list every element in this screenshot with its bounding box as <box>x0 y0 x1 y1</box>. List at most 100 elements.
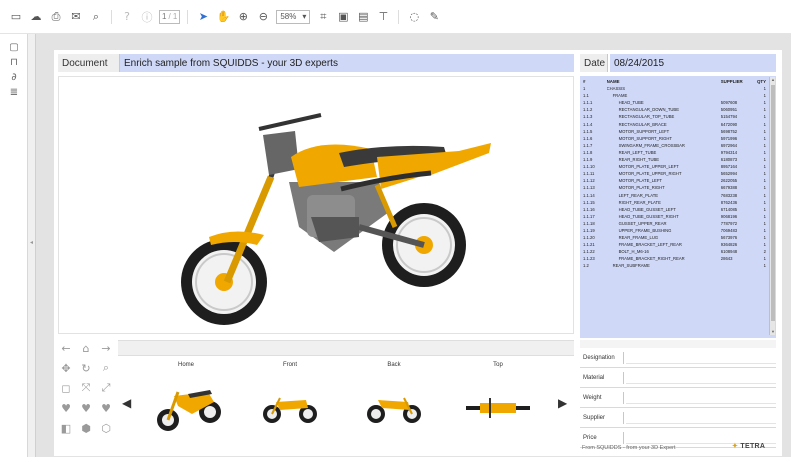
bom-cell-name: RIGHT_REAR_PLATE <box>618 199 661 205</box>
thumbnail-back[interactable]: Back <box>346 362 442 446</box>
table-row[interactable]: 1.1.20 REAR_FRAME_LUG 5673976 1 <box>583 234 766 241</box>
table-row[interactable]: 1.1.23 FRAME_BRACKET_RIGHT_REAR 28643 1 <box>583 255 766 262</box>
table-row[interactable]: 1.1.9 REAR_RIGHT_TUBE 6180873 1 <box>583 156 766 163</box>
table-row[interactable]: 1.1.1 HEAD_TUBE 5097608 1 <box>583 99 766 106</box>
table-row[interactable]: 1.1.5 MOTOR_SUPPORT_LEFT 5698752 1 <box>583 128 766 135</box>
zoom-select[interactable]: 58% ▾ <box>276 9 311 24</box>
bom-cell-number: 1.1 <box>583 93 589 99</box>
view-iso-1-icon[interactable]: ♥ <box>58 400 74 416</box>
bom-cell-name: BOLT_H_M6-16 <box>618 249 649 255</box>
table-row[interactable]: 1.1.17 HEAD_TUBE_GUSSET_RIGHT 9068196 1 <box>583 213 766 220</box>
bom-cell-qty: 1 <box>763 220 767 226</box>
thumbnail-prev-icon[interactable]: ◀ <box>122 396 131 410</box>
fit-view-icon[interactable]: ◻ <box>58 380 74 396</box>
zoom-out-icon[interactable]: ⊖ <box>253 7 273 27</box>
arrow-right-icon[interactable]: → <box>98 340 114 356</box>
bom-rows: 1 CHASSIS 1 1.1 FRAME 1 1.1.1 HEAD_TUBE 5097608 1… <box>583 85 766 269</box>
table-row[interactable]: 1.1.18 GUSSET_UPPER_REAR 7787972 1 <box>583 220 766 227</box>
bom-scrollbar[interactable]: ▲ ▼ <box>769 77 775 335</box>
attachment-icon[interactable]: ∂ <box>0 70 28 85</box>
save-icon[interactable]: ▭ <box>6 7 26 27</box>
pointer-icon[interactable]: ➤ <box>193 7 213 27</box>
document-viewport[interactable]: Document Enrich sample from SQUIDDS - yo… <box>36 34 791 457</box>
bom-cell-supplier: 6472090 <box>720 121 738 127</box>
table-row[interactable]: 1.1.10 MOTOR_PLATE_UPPER_LEFT 8957164 1 <box>583 163 766 170</box>
bom-cell-number: 1.1.2 <box>583 107 593 113</box>
cube-icon[interactable]: ⬢ <box>78 420 94 436</box>
table-row[interactable]: 1.1.4 RECTANGULAR_BRACE 6472090 1 <box>583 121 766 128</box>
comment-icon[interactable]: ◌ <box>404 7 424 27</box>
arrow-left-icon[interactable]: ← <box>58 340 74 356</box>
pen-icon[interactable]: ✎ <box>424 7 444 27</box>
crop-icon[interactable]: ⌗ <box>313 7 333 27</box>
view-iso-3-icon[interactable]: ♥ <box>98 400 114 416</box>
scroll-thumb[interactable] <box>771 85 775 321</box>
table-row[interactable]: 1.1.14 LEFT_REAR_PLATE 7683238 1 <box>583 192 766 199</box>
fit-all-icon[interactable]: ⤧ <box>78 380 94 396</box>
sidebar-splitter[interactable]: ◂ <box>28 34 36 457</box>
table-row[interactable]: 1.1.11 MOTOR_PLATE_UPPER_RIGHT 5652994 1 <box>583 170 766 177</box>
scroll-down-icon[interactable]: ▼ <box>770 329 776 335</box>
pages-icon[interactable]: ▢ <box>0 40 28 55</box>
home-icon[interactable]: ⌂ <box>78 340 94 356</box>
cloud-icon[interactable]: ☁ <box>26 7 46 27</box>
bom-cell-name: MOTOR_PLATE_UPPER_RIGHT <box>618 171 682 177</box>
table-row[interactable]: 1.1.6 MOTOR_SUPPORT_RIGHT 5971996 1 <box>583 135 766 142</box>
table-row[interactable]: 1.1.3 RECTANGULAR_TOP_TUBE 5154794 1 <box>583 113 766 120</box>
bom-cell-number: 1.1.16 <box>583 206 595 212</box>
thumbnail-home[interactable]: Home <box>138 362 234 446</box>
table-row[interactable]: 1.1.22 BOLT_H_M6-16 6108948 2 <box>583 248 766 255</box>
bom-cell-qty: 1 <box>763 135 767 141</box>
zoom-area-icon[interactable]: ⌕ <box>98 360 114 376</box>
table-row[interactable]: 1 CHASSIS 1 <box>583 85 766 92</box>
export-icon[interactable]: ▣ <box>333 7 353 27</box>
bom-table-body: # NAME SUPPLIER QTY 1 CHASSIS 1 1.1 FRAME 1 1.… <box>580 76 768 270</box>
bom-cell-qty: 1 <box>763 93 766 99</box>
layers-icon[interactable]: ≣ <box>0 85 28 100</box>
image-icon[interactable]: ▤ <box>353 7 373 27</box>
thumbnail-next-icon[interactable]: ▶ <box>558 396 567 410</box>
table-row[interactable]: 1.1.12 MOTOR_PLATE_LEFT 2622055 1 <box>583 177 766 184</box>
bom-cell-supplier: 6714085 <box>720 206 738 212</box>
table-row[interactable]: 1.1.21 FRAME_BRACKET_LEFT_REAR 9364826 1 <box>583 241 766 248</box>
bom-cell-number: 1.1.10 <box>583 164 595 170</box>
rotate-icon[interactable]: ↻ <box>78 360 94 376</box>
search-icon[interactable]: ⌕ <box>86 7 106 27</box>
table-row[interactable]: 1.1.13 MOTOR_PLATE_RIGHT 6679388 1 <box>583 184 766 191</box>
property-value-field <box>626 372 776 384</box>
print-icon[interactable]: ⎙ <box>46 7 66 27</box>
table-row[interactable]: 1.1 FRAME 1 <box>583 92 766 99</box>
pan-icon[interactable]: ✥ <box>58 360 74 376</box>
help-icon[interactable]: ? <box>117 7 137 27</box>
explode-icon[interactable]: ⤢ <box>98 380 114 396</box>
navigation-tools: ← ⌂ → ✥ ↻ ⌕ ◻ ⤧ ⤢ ♥ ♥ ♥ ◧ ⬢ ⬡ <box>58 340 116 452</box>
table-row[interactable]: 1.2 REAR_SUBFRAME 1 <box>583 262 766 269</box>
bom-cell-supplier: 8957164 <box>720 164 738 170</box>
3d-model-view[interactable] <box>58 76 574 334</box>
info-icon[interactable]: ⓘ <box>137 7 157 27</box>
table-row[interactable]: 1.1.19 UPPER_FRAME_BUSHING 7069483 1 <box>583 227 766 234</box>
email-icon[interactable]: ✉ <box>66 7 86 27</box>
bom-header-row: # NAME SUPPLIER QTY <box>583 78 766 85</box>
table-row[interactable]: 1.1.7 SWINGARM_FRAME_CROSSBAR 6972964 1 <box>583 142 766 149</box>
view-iso-2-icon[interactable]: ♥ <box>78 400 94 416</box>
thumbnail-front[interactable]: Front <box>242 362 338 446</box>
scroll-up-icon[interactable]: ▲ <box>770 77 776 83</box>
pan-hand-icon[interactable]: ✋ <box>213 7 233 27</box>
shading-icon[interactable]: ◧ <box>58 420 74 436</box>
wireframe-icon[interactable]: ⬡ <box>98 420 114 436</box>
thumbnail-top[interactable]: Top <box>450 362 546 446</box>
table-row[interactable]: 1.1.16 HEAD_TUBE_GUSSET_LEFT 6714085 1 <box>583 206 766 213</box>
stamp-icon[interactable]: ⊤ <box>373 7 393 27</box>
property-label: Material <box>580 372 624 384</box>
table-row[interactable]: 1.1.2 RECTANGULAR_DOWN_TUBE 5060951 1 <box>583 106 766 113</box>
bom-cell-name: MOTOR_SUPPORT_RIGHT <box>618 135 672 141</box>
table-row[interactable]: 1.1.15 RIGHT_REAR_PLATE 8762436 1 <box>583 199 766 206</box>
bom-cell-supplier: 9364826 <box>720 242 738 248</box>
bookmark-icon[interactable]: ⊓ <box>0 55 28 70</box>
table-row[interactable]: 1.1.8 REAR_LEFT_TUBE 9794314 1 <box>583 149 766 156</box>
bom-cell-number: 1.1.20 <box>583 235 595 241</box>
bom-cell-number: 1.1.4 <box>583 121 593 127</box>
page-number-box[interactable]: 1 / 1 <box>159 9 181 24</box>
zoom-in-icon[interactable]: ⊕ <box>233 7 253 27</box>
